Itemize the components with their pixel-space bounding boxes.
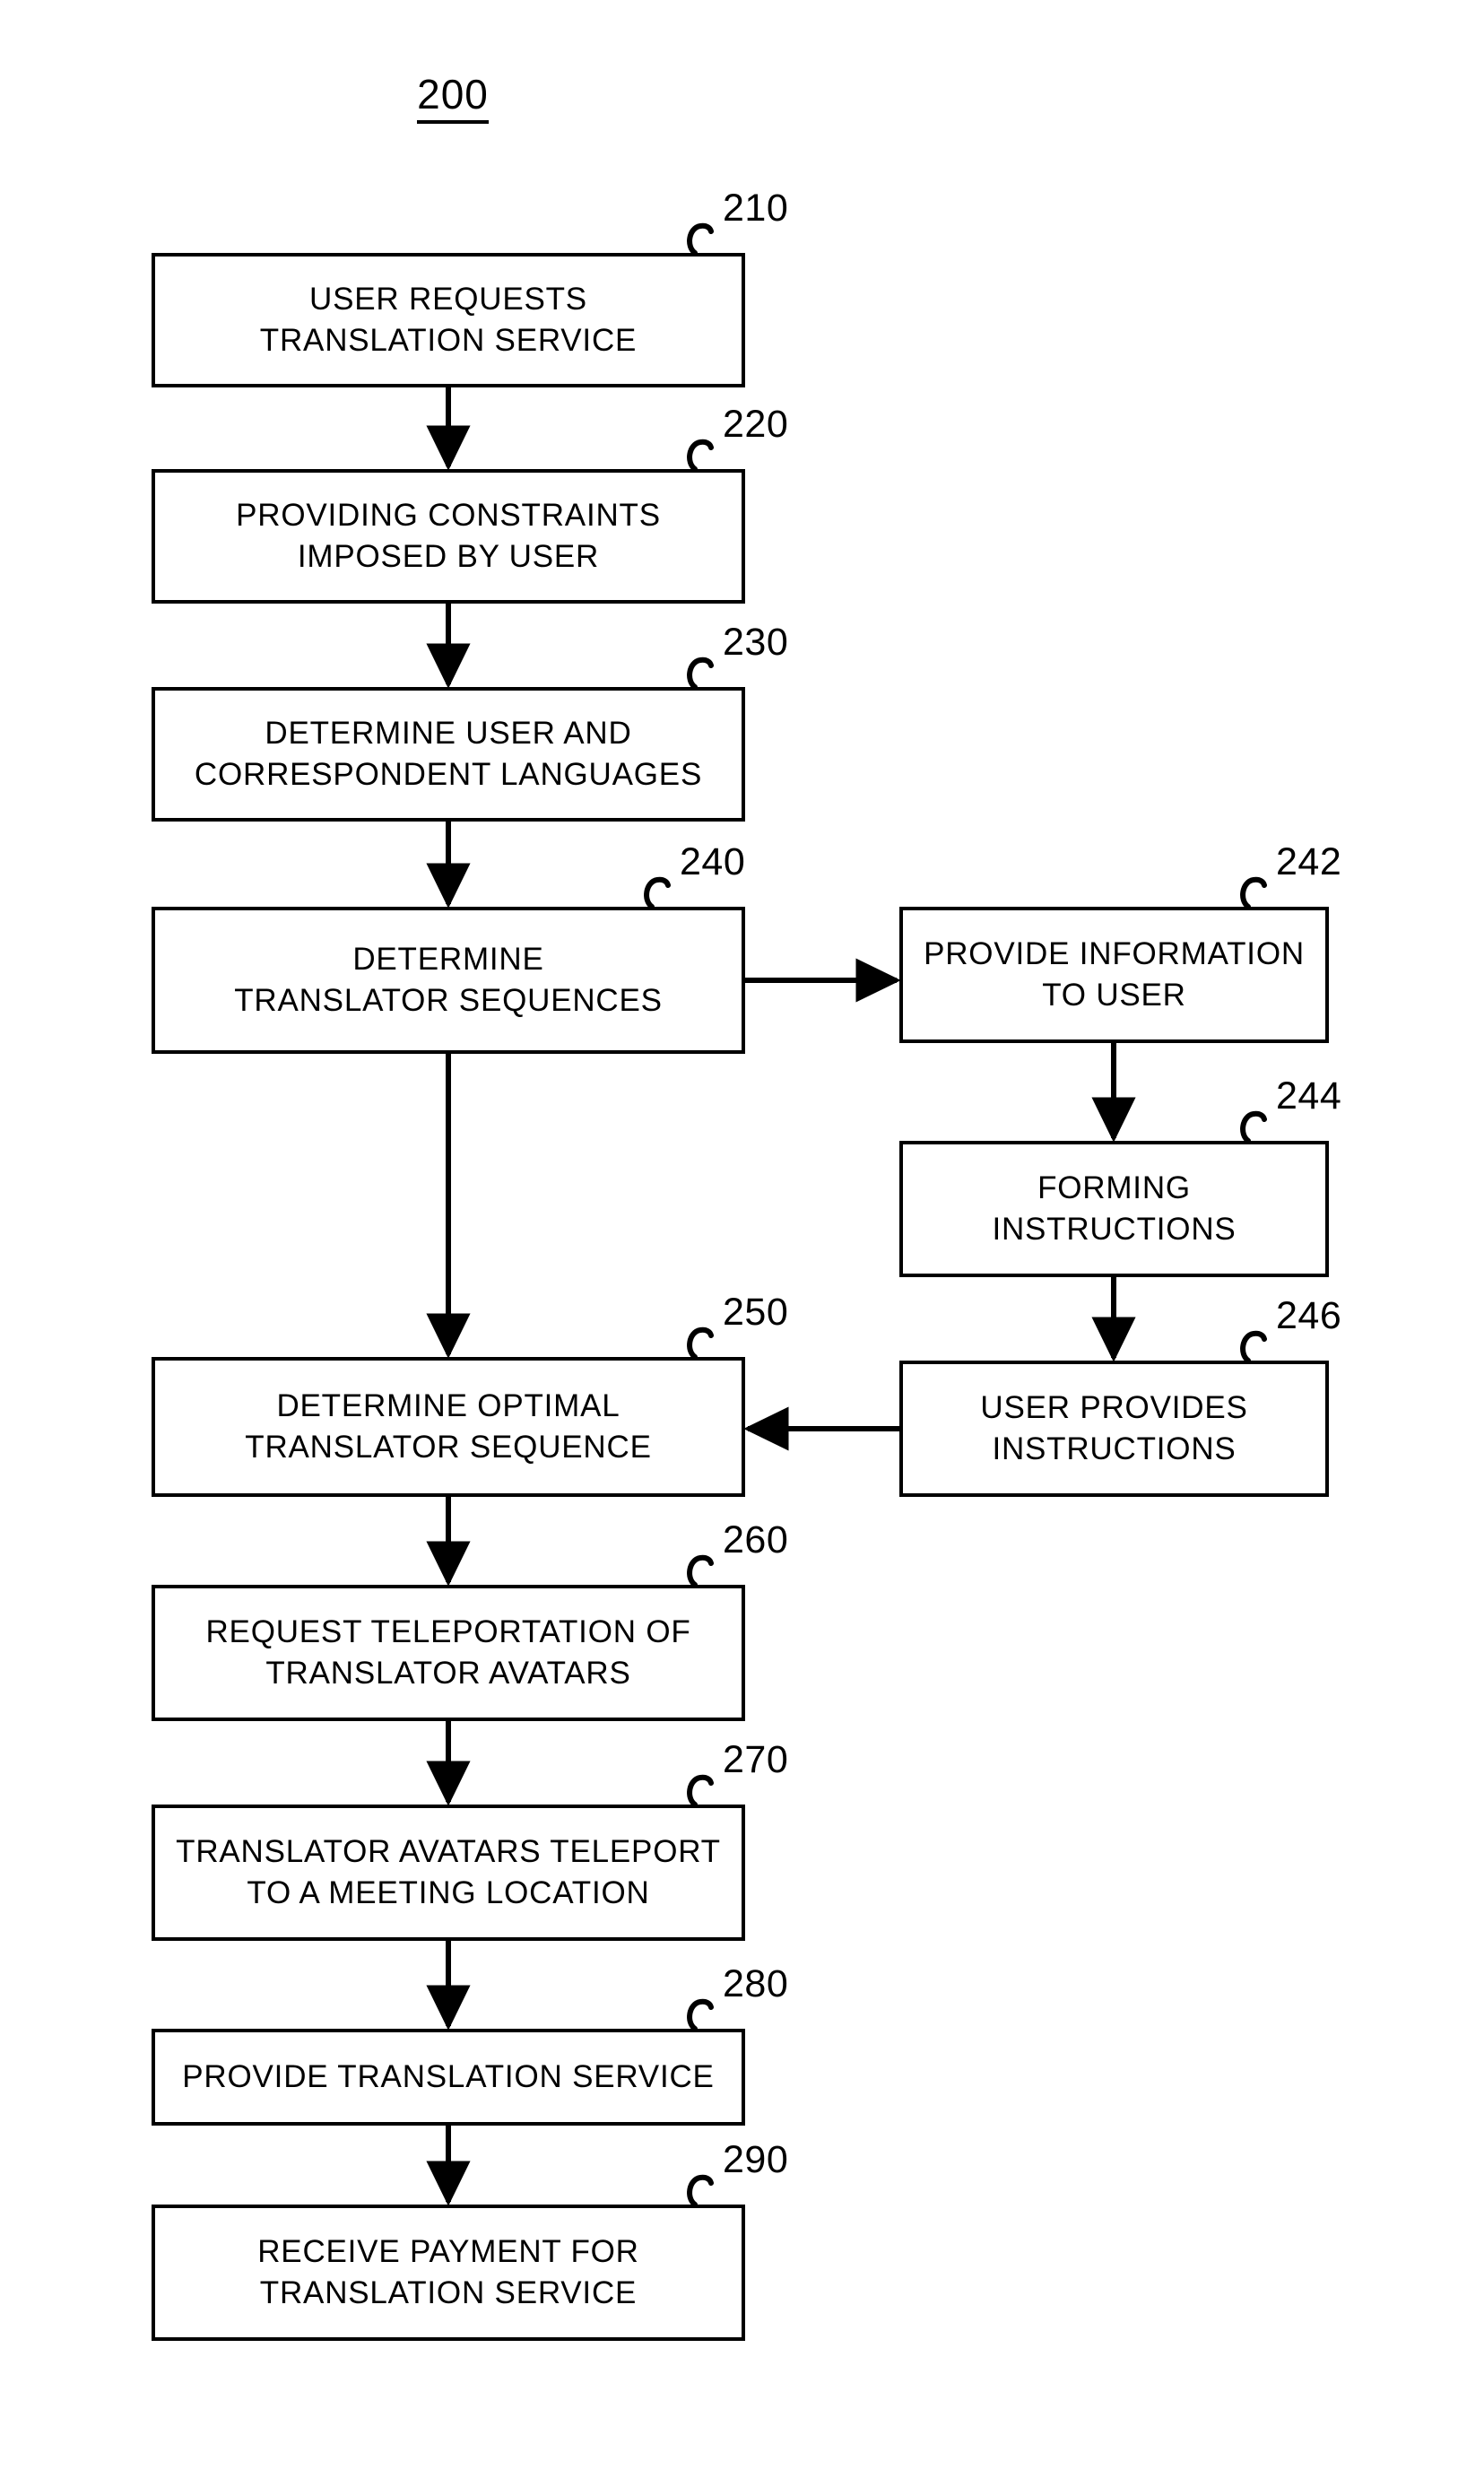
leader-210 xyxy=(687,222,714,256)
ref-numeral-242: 242 xyxy=(1276,840,1342,883)
ref-numeral-270: 270 xyxy=(723,1738,789,1781)
leader-244 xyxy=(1240,1110,1267,1144)
node-text-line: CORRESPONDENT LANGUAGES xyxy=(194,757,703,792)
node-determine-translator-sequences: DETERMINE TRANSLATOR SEQUENCES xyxy=(152,907,745,1054)
ref-numeral-240: 240 xyxy=(680,840,746,883)
node-determine-user-and-correspondent-languages: DETERMINE USER AND CORRESPONDENT LANGUAG… xyxy=(152,687,745,822)
leader-220 xyxy=(687,439,714,472)
node-text-line: TRANSLATION SERVICE xyxy=(259,323,638,358)
ref-numeral-290: 290 xyxy=(723,2138,789,2181)
node-translator-avatars-teleport-to-meeting-location: TRANSLATOR AVATARS TELEPORT TO A MEETING… xyxy=(152,1805,745,1941)
node-request-teleportation-of-translator-avatars: REQUEST TELEPORTATION OF TRANSLATOR AVAT… xyxy=(152,1585,745,1721)
node-text-line: TRANSLATOR AVATARS xyxy=(265,1656,631,1691)
node-receive-payment-for-translation-service: RECEIVE PAYMENT FOR TRANSLATION SERVICE xyxy=(152,2205,745,2341)
ref-numeral-230: 230 xyxy=(723,621,789,664)
leader-242 xyxy=(1240,876,1267,909)
node-text-line: REQUEST TELEPORTATION OF xyxy=(205,1613,691,1649)
node-text-line: PROVIDE INFORMATION xyxy=(924,935,1305,971)
node-text-line: TRANSLATOR AVATARS TELEPORT xyxy=(176,1833,721,1869)
leader-290 xyxy=(687,2174,714,2207)
patent-figure-200: 200 USER REQUESTS TRANSLATION SERVICE 21… xyxy=(0,0,1484,2470)
node-text-line: TRANSLATION SERVICE xyxy=(259,2275,638,2310)
node-text-line: PROVIDING CONSTRAINTS xyxy=(236,497,661,533)
node-text-line: PROVIDE TRANSLATION SERVICE xyxy=(182,2058,715,2094)
ref-numeral-280: 280 xyxy=(723,1962,789,2005)
leader-280 xyxy=(687,1998,714,2031)
node-forming-instructions: FORMING INSTRUCTIONS xyxy=(899,1141,1329,1277)
node-providing-constraints-imposed-by-user: PROVIDING CONSTRAINTS IMPOSED BY USER xyxy=(152,469,745,604)
node-user-provides-instructions: USER PROVIDES INSTRUCTIONS xyxy=(899,1361,1329,1497)
node-text-line: INSTRUCTIONS xyxy=(992,1212,1237,1247)
node-provide-translation-service: PROVIDE TRANSLATION SERVICE xyxy=(152,2029,745,2126)
node-text-line: USER PROVIDES xyxy=(980,1389,1248,1425)
leader-246 xyxy=(1240,1330,1267,1363)
ref-numeral-250: 250 xyxy=(723,1291,789,1334)
leader-230 xyxy=(687,657,714,690)
leader-260 xyxy=(687,1554,714,1587)
node-text-line: RECEIVE PAYMENT FOR xyxy=(257,2233,639,2269)
node-text-line: IMPOSED BY USER xyxy=(297,539,600,574)
node-provide-information-to-user: PROVIDE INFORMATION TO USER xyxy=(899,907,1329,1043)
node-text-line: FORMING xyxy=(1037,1170,1191,1205)
ref-numeral-244: 244 xyxy=(1276,1074,1342,1118)
node-user-requests-translation-service: USER REQUESTS TRANSLATION SERVICE xyxy=(152,253,745,387)
node-text-line: INSTRUCTIONS xyxy=(992,1431,1237,1466)
ref-numeral-260: 260 xyxy=(723,1518,789,1561)
leader-250 xyxy=(687,1326,714,1360)
node-text-line: TO A MEETING LOCATION xyxy=(247,1875,650,1910)
ref-numeral-220: 220 xyxy=(723,403,789,446)
node-text-line: DETERMINE xyxy=(352,941,544,977)
node-text-line: USER REQUESTS xyxy=(309,281,587,317)
ref-numeral-210: 210 xyxy=(723,187,789,230)
node-text-line: TRANSLATOR SEQUENCES xyxy=(234,983,663,1018)
node-text-line: TO USER xyxy=(1042,978,1186,1013)
node-text-line: DETERMINE USER AND xyxy=(265,715,632,751)
node-text-line: DETERMINE OPTIMAL xyxy=(276,1387,621,1423)
node-determine-optimal-translator-sequence: DETERMINE OPTIMAL TRANSLATOR SEQUENCE xyxy=(152,1357,745,1497)
leader-270 xyxy=(687,1774,714,1807)
node-text-line: TRANSLATOR SEQUENCE xyxy=(245,1430,652,1465)
leader-240 xyxy=(644,876,671,909)
ref-numeral-246: 246 xyxy=(1276,1294,1342,1337)
